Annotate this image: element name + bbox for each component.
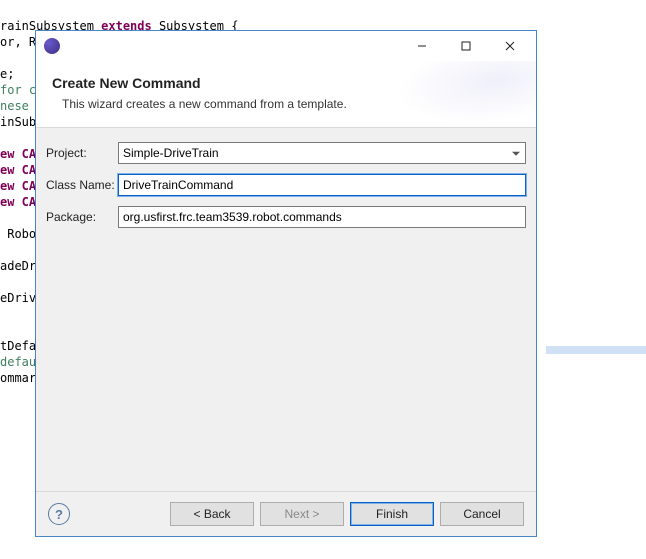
wizard-header: Create New Command This wizard creates a… <box>36 61 536 128</box>
code-line: defau <box>0 355 36 369</box>
code-line: nese <box>0 99 29 113</box>
code-line: ew CA <box>0 163 36 177</box>
titlebar[interactable] <box>36 31 536 61</box>
wizard-dialog: Create New Command This wizard creates a… <box>35 30 537 537</box>
wizard-subtitle: This wizard creates a new command from a… <box>62 97 520 111</box>
next-button[interactable]: Next > <box>260 502 344 526</box>
wizard-title: Create New Command <box>52 75 520 91</box>
maximize-button[interactable] <box>444 32 488 60</box>
package-input[interactable] <box>118 206 526 228</box>
cancel-button[interactable]: Cancel <box>440 502 524 526</box>
code-line: tDefa <box>0 339 36 353</box>
class-name-input[interactable] <box>118 174 526 196</box>
code-line: e; <box>0 67 14 81</box>
package-label: Package: <box>46 210 118 224</box>
wizard-footer: ? < Back Next > Finish Cancel <box>36 491 536 536</box>
code-line: adeDr <box>0 259 36 273</box>
code-line: ew CA <box>0 147 36 161</box>
class-name-label: Class Name: <box>46 178 118 192</box>
selection-highlight <box>546 346 646 354</box>
project-label: Project: <box>46 146 118 160</box>
code-line: inSub <box>0 115 36 129</box>
finish-button[interactable]: Finish <box>350 502 434 526</box>
minimize-button[interactable] <box>400 32 444 60</box>
code-line: for c <box>0 83 36 97</box>
code-line: eDriv <box>0 291 36 305</box>
code-line: ommar <box>0 371 36 385</box>
code-line: ew CA <box>0 179 36 193</box>
code-line: ew CA <box>0 195 36 209</box>
code-line: Robo <box>0 227 36 241</box>
back-button[interactable]: < Back <box>170 502 254 526</box>
eclipse-icon <box>44 38 60 54</box>
help-icon[interactable]: ? <box>48 503 70 525</box>
project-select[interactable]: Simple-DriveTrain <box>118 142 526 164</box>
close-button[interactable] <box>488 32 532 60</box>
wizard-form: Project: Simple-DriveTrain Class Name: P… <box>36 128 536 491</box>
